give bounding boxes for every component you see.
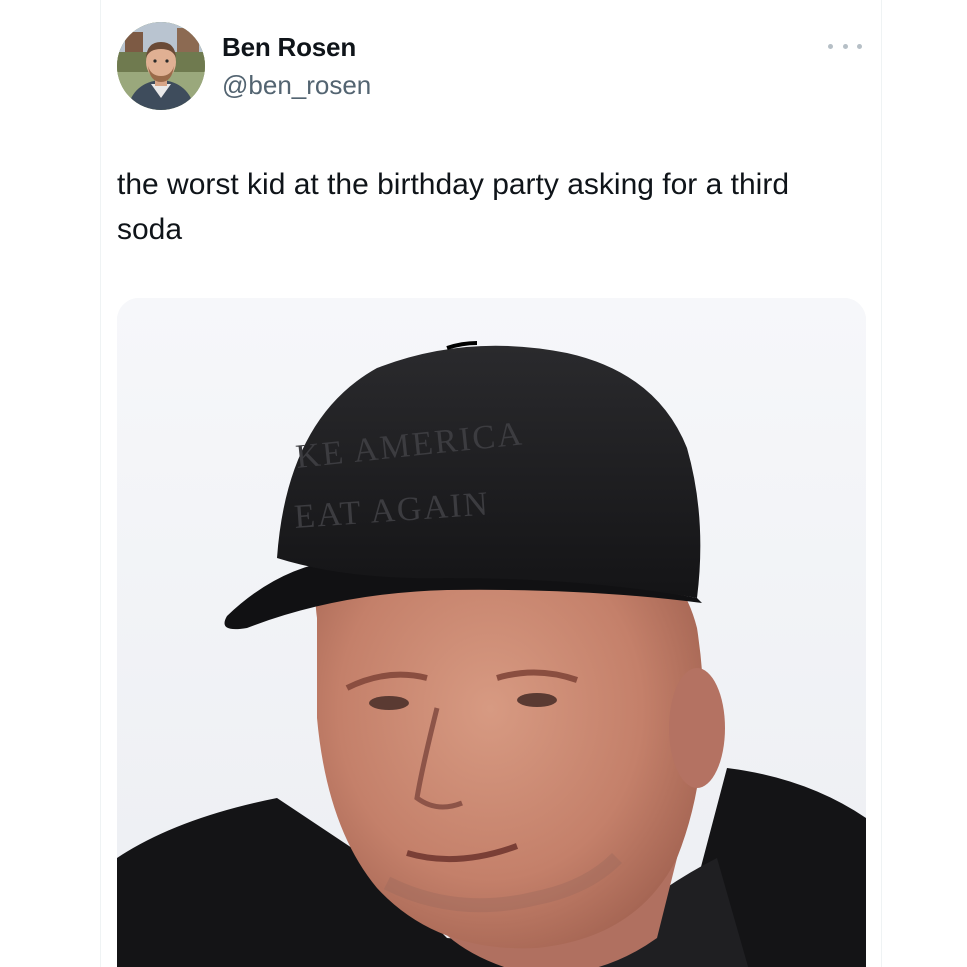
photo-man-in-black-cap: KE AMERICA EAT AGAIN: [117, 298, 866, 967]
tweet-text: the worst kid at the birthday party aski…: [117, 168, 789, 246]
more-options-button[interactable]: [828, 34, 862, 58]
author-avatar[interactable]: [117, 22, 205, 110]
more-horizontal-icon-dot: [842, 43, 848, 49]
author-handle[interactable]: @ben_rosen: [222, 70, 371, 101]
author-name[interactable]: Ben Rosen: [222, 32, 356, 63]
tweet-media-photo[interactable]: KE AMERICA EAT AGAIN: [117, 298, 866, 967]
more-horizontal-icon-dot: [857, 43, 862, 49]
page: Ben Rosen @ben_rosen the worst kid at th…: [0, 0, 967, 967]
more-horizontal-icon: [828, 43, 833, 49]
avatar-image: [117, 22, 205, 110]
